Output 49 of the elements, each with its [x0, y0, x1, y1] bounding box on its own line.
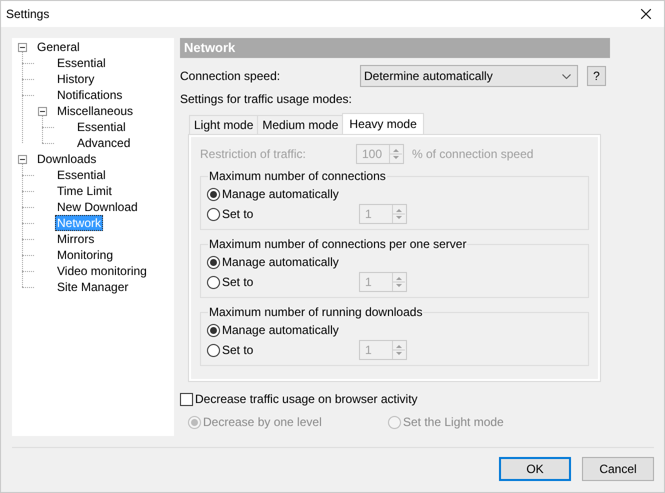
tree-item[interactable]: Notifications [55, 87, 124, 103]
collapse-icon[interactable] [18, 42, 27, 52]
radio-label[interactable]: Manage automatically [222, 187, 339, 201]
tree-item[interactable]: Video monitoring [55, 263, 149, 279]
tree-item[interactable]: General [35, 39, 82, 55]
radio-button[interactable] [207, 256, 220, 268]
radio-button[interactable] [207, 324, 220, 336]
help-button[interactable]: ? [587, 66, 606, 86]
radio-label[interactable]: Set to [222, 343, 254, 357]
close-icon[interactable] [641, 9, 651, 19]
radio-label[interactable]: Set to [222, 275, 254, 289]
tree-item[interactable]: Site Manager [55, 279, 130, 295]
tab[interactable]: Light mode [189, 115, 258, 134]
tree-item[interactable]: Essential [55, 55, 108, 71]
collapse-icon[interactable] [38, 106, 47, 116]
group-title: Maximum number of running downloads [208, 305, 424, 319]
chevron-down-icon [562, 74, 571, 78]
connection-speed-dropdown[interactable]: Determine automatically [360, 65, 578, 87]
tree-item[interactable]: History [55, 71, 96, 87]
window-title: Settings [6, 7, 50, 21]
checkbox-label[interactable]: Decrease traffic usage on browser activity [195, 392, 418, 406]
radio-label[interactable]: Manage automatically [222, 255, 339, 269]
group-title: Maximum number of connections per one server [208, 237, 468, 251]
tree-item[interactable]: New Download [55, 199, 140, 215]
section-label: Settings for traffic usage modes: [180, 92, 353, 108]
tree-item[interactable]: Monitoring [55, 247, 116, 263]
field-label: Restriction of traffic: [200, 147, 307, 161]
tree-item[interactable]: Essential [75, 119, 128, 135]
field-label: Connection speed: [180, 69, 282, 83]
radio-button[interactable] [207, 188, 220, 200]
tree-item[interactable]: Advanced [75, 135, 132, 151]
radio-button[interactable] [207, 344, 220, 356]
collapse-icon[interactable] [18, 154, 27, 164]
radio-label[interactable]: Set to [222, 207, 254, 221]
tree-item[interactable]: Time Limit [55, 183, 114, 199]
unit-label: % of connection speed [412, 147, 534, 161]
radio-button[interactable] [207, 208, 220, 220]
dialog-button[interactable]: Cancel [582, 457, 654, 481]
tree-item[interactable]: Essential [55, 167, 108, 183]
dialog-button[interactable]: OK [499, 457, 571, 481]
group-title: Maximum number of connections [208, 169, 387, 183]
tree-item[interactable]: Downloads [35, 151, 98, 167]
radio-label[interactable]: Manage automatically [222, 323, 339, 337]
tab[interactable]: Heavy mode [342, 113, 424, 134]
radio-button[interactable] [207, 276, 220, 288]
tree-item[interactable]: Mirrors [55, 231, 96, 247]
checkbox[interactable] [180, 392, 193, 406]
section-header: Network [180, 38, 610, 58]
tree-item[interactable]: Miscellaneous [55, 103, 136, 119]
